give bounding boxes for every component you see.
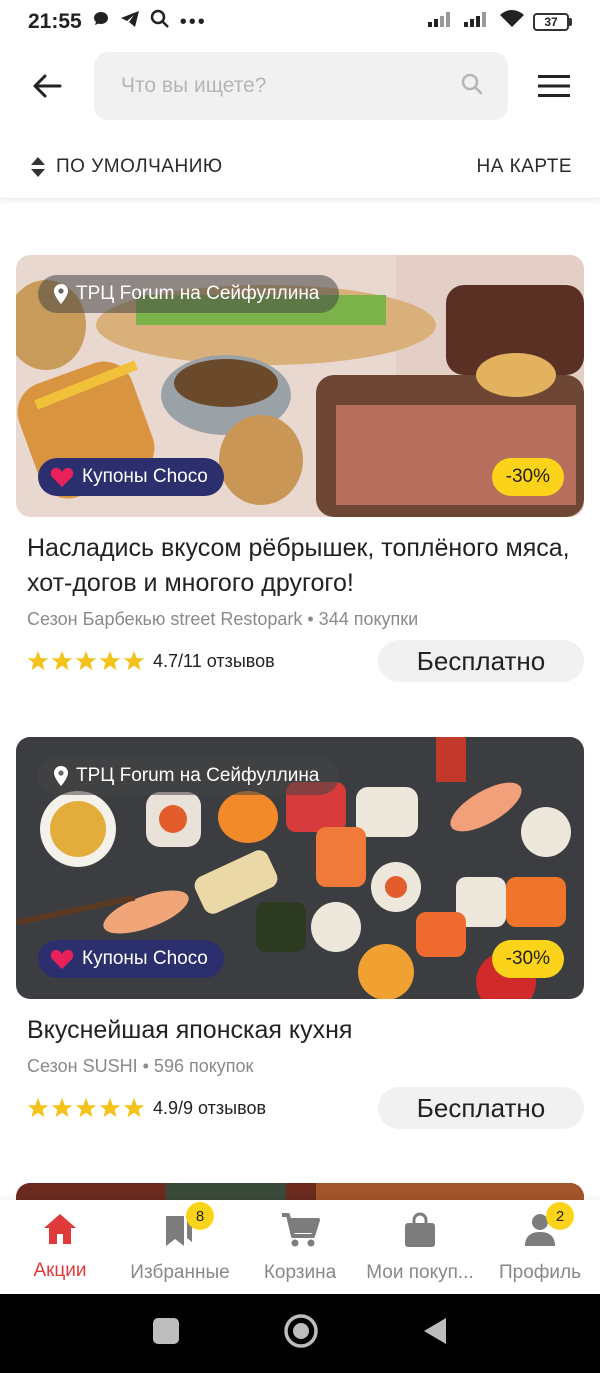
more-notifications-icon: ••• bbox=[179, 10, 207, 33]
free-button[interactable]: Бесплатно bbox=[378, 640, 584, 682]
rating-stars bbox=[27, 650, 145, 672]
deal-card[interactable]: ТРЦ Forum на Сейфуллина Купоны Choco -30… bbox=[16, 737, 584, 1129]
status-time: 21:55 bbox=[28, 10, 82, 33]
star-icon bbox=[27, 1097, 49, 1118]
tab-label: Мои покуп... bbox=[366, 1262, 474, 1283]
star-icon bbox=[75, 650, 97, 671]
status-bar: 21:55 ••• 37 bbox=[0, 0, 600, 44]
location-text: ТРЦ Forum на Сейфуллина bbox=[76, 765, 320, 786]
square-icon bbox=[152, 1318, 179, 1344]
map-pin-icon bbox=[54, 284, 68, 304]
heart-icon bbox=[50, 467, 74, 487]
sort-arrows-icon bbox=[31, 156, 45, 177]
tab-promotions[interactable]: Акции bbox=[0, 1200, 120, 1294]
arrow-left-icon bbox=[33, 74, 62, 98]
hamburger-icon bbox=[538, 75, 570, 97]
star-icon bbox=[27, 650, 49, 671]
star-icon bbox=[51, 1097, 73, 1118]
battery-level: 37 bbox=[533, 13, 569, 31]
coupon-text: Купоны Choco bbox=[82, 948, 208, 969]
back-nav-button[interactable] bbox=[422, 1316, 448, 1351]
bottom-tab-bar: Акции 8 Избранные Корзина Мои покуп... 2… bbox=[0, 1200, 600, 1294]
deal-image-sushi[interactable]: ТРЦ Forum на Сейфуллина Купоны Choco -30… bbox=[16, 737, 584, 999]
location-text: ТРЦ Forum на Сейфуллина bbox=[76, 283, 320, 304]
telegram-icon bbox=[120, 10, 140, 34]
heart-icon bbox=[50, 949, 74, 969]
map-button[interactable]: НА КАРТЕ bbox=[476, 156, 572, 178]
search-icon[interactable] bbox=[460, 72, 484, 101]
back-button[interactable] bbox=[0, 50, 94, 122]
star-icon bbox=[75, 1097, 97, 1118]
profile-badge: 2 bbox=[546, 1202, 574, 1230]
cart-icon bbox=[282, 1213, 320, 1247]
signal-icon bbox=[427, 10, 455, 34]
header bbox=[0, 50, 600, 122]
location-pill: ТРЦ Forum на Сейфуллина bbox=[38, 757, 340, 795]
coupon-pill: Купоны Choco bbox=[38, 458, 224, 496]
deal-image-bbq[interactable]: ТРЦ Forum на Сейфуллина Купоны Choco -30… bbox=[16, 255, 584, 517]
tab-cart[interactable]: Корзина bbox=[240, 1200, 360, 1294]
tab-label: Корзина bbox=[263, 1262, 337, 1283]
tab-profile[interactable]: 2 Профиль bbox=[480, 1200, 600, 1294]
tab-my-purchases[interactable]: Мои покуп... bbox=[360, 1200, 480, 1294]
system-nav-bar bbox=[0, 1294, 600, 1373]
circle-icon bbox=[284, 1314, 318, 1348]
chat-icon bbox=[92, 10, 110, 34]
deal-title: Насладись вкусом рёбрышек, топлёного мяс… bbox=[27, 534, 570, 597]
coupon-text: Купоны Choco bbox=[82, 466, 208, 487]
coupon-pill: Купоны Choco bbox=[38, 940, 224, 978]
tab-label: Акции bbox=[33, 1260, 87, 1281]
deal-title: Вкуснейшая японская кухня bbox=[27, 1016, 353, 1044]
tab-favorites[interactable]: 8 Избранные bbox=[120, 1200, 240, 1294]
star-icon bbox=[51, 650, 73, 671]
deal-card-partial[interactable] bbox=[16, 1183, 584, 1200]
location-pill: ТРЦ Forum на Сейфуллина bbox=[38, 275, 340, 313]
search-input[interactable] bbox=[121, 74, 460, 98]
search-box[interactable] bbox=[94, 52, 508, 120]
tab-label: Избранные bbox=[130, 1262, 230, 1283]
star-icon bbox=[99, 1097, 121, 1118]
discount-badge: -30% bbox=[491, 940, 564, 978]
map-pin-icon bbox=[54, 766, 68, 786]
sort-row: ПО УМОЛЧАНИЮ НА КАРТЕ bbox=[0, 135, 600, 199]
free-button[interactable]: Бесплатно bbox=[378, 1087, 584, 1129]
deal-card[interactable]: ТРЦ Forum на Сейфуллина Купоны Choco -30… bbox=[16, 255, 584, 682]
home-icon bbox=[44, 1214, 76, 1244]
rating-text: 4.7/11 отзывов bbox=[153, 650, 275, 671]
deal-meta: Сезон SUSHI • 596 покупок bbox=[27, 1056, 254, 1076]
rating-text: 4.9/9 отзывов bbox=[153, 1097, 267, 1118]
bag-icon bbox=[405, 1212, 435, 1247]
star-icon bbox=[99, 650, 121, 671]
discount-badge: -30% bbox=[491, 458, 564, 496]
tab-label: Профиль bbox=[498, 1262, 582, 1283]
battery-icon: 37 bbox=[533, 13, 572, 31]
home-button[interactable] bbox=[283, 1313, 319, 1354]
search-status-icon bbox=[150, 9, 170, 35]
rating-stars bbox=[27, 1097, 145, 1119]
signal-icon-2 bbox=[463, 10, 491, 34]
menu-button[interactable] bbox=[508, 50, 600, 122]
star-icon bbox=[123, 1097, 145, 1118]
sort-button[interactable]: ПО УМОЛЧАНИЮ bbox=[30, 156, 223, 178]
wifi-icon bbox=[499, 9, 525, 35]
sort-label: ПО УМОЛЧАНИЮ bbox=[56, 155, 223, 177]
recents-button[interactable] bbox=[152, 1317, 180, 1350]
deal-meta: Сезон Барбекью street Restopark • 344 по… bbox=[27, 609, 419, 629]
favorites-badge: 8 bbox=[186, 1202, 214, 1230]
deal-image-partial bbox=[16, 1183, 584, 1200]
star-icon bbox=[123, 650, 145, 671]
triangle-back-icon bbox=[424, 1318, 447, 1344]
